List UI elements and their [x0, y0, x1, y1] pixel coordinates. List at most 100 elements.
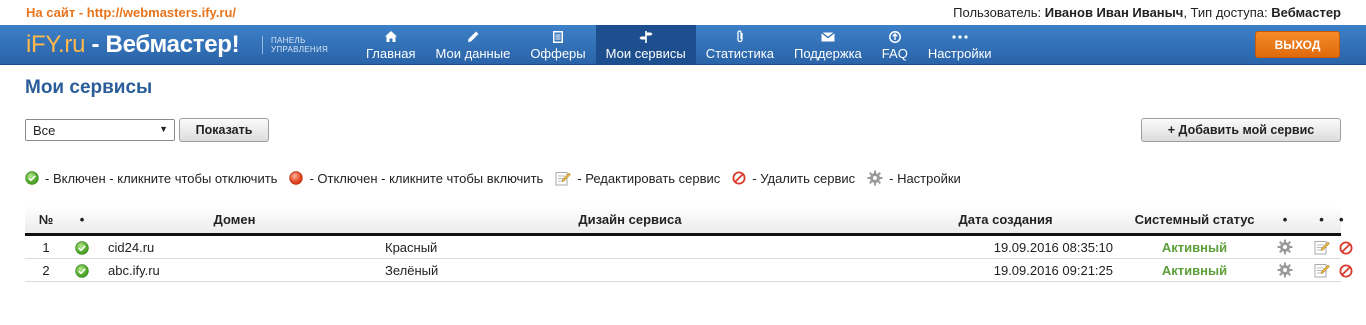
nav-offers-label: Офферы [530, 46, 586, 61]
edit-icon[interactable] [1314, 240, 1330, 255]
add-service-button[interactable]: + Добавить мой сервис [1141, 118, 1341, 142]
legend: - Включен - кликните чтобы отключить - О… [25, 170, 973, 186]
legend-item-delete: - Удалить сервис [732, 171, 855, 186]
row-state[interactable] [67, 234, 97, 259]
green-check-icon[interactable] [75, 241, 89, 255]
nav-faq-label: FAQ [881, 46, 908, 61]
table-row: 1 cid24.ru Красный 19.09.2016 08:35:10 А… [25, 234, 1353, 259]
main-nav: Главная Мои данные Офферы Мои сервисы Ст… [356, 25, 1002, 64]
row-delete[interactable] [1339, 234, 1353, 259]
logo-subtitle: ПАНЕЛЬ УПРАВЛЕНИЯ [262, 36, 328, 54]
red-dot-icon [289, 171, 304, 185]
nav-home[interactable]: Главная [356, 25, 425, 64]
page-title: Мои сервисы [25, 77, 153, 98]
row-domain: abc.ify.ru [97, 258, 372, 282]
nav-faq[interactable]: FAQ [872, 25, 918, 64]
edit-icon [555, 171, 572, 186]
row-design: Красный [372, 234, 888, 259]
nav-support[interactable]: Поддержка [784, 25, 872, 64]
filter-select[interactable]: Все ▼ [25, 119, 175, 141]
edit-icon[interactable] [1314, 263, 1330, 278]
access-label: , Тип доступа: [1183, 5, 1268, 20]
nav-my-services-label: Мои сервисы [605, 46, 686, 61]
legend-disabled-text: - Отключен - кликните чтобы включить [309, 170, 544, 186]
nav-statistics-label: Статистика [705, 46, 774, 61]
col-settings: • [1266, 206, 1304, 236]
row-delete[interactable] [1339, 258, 1353, 282]
row-created: 19.09.2016 09:21:25 [888, 258, 1123, 282]
row-edit[interactable] [1304, 234, 1339, 259]
logo-sub-line2: УПРАВЛЕНИЯ [271, 45, 329, 54]
services-table: № • Домен Дизайн сервиса Дата создания С… [25, 206, 1353, 282]
legend-edit-text: - Редактировать сервис [577, 170, 721, 186]
nav-home-label: Главная [366, 46, 416, 61]
col-edit: • [1304, 206, 1339, 236]
filter-select-value: Все [33, 123, 56, 138]
table-row: 2 abc.ify.ru Зелёный 19.09.2016 09:21:25… [25, 258, 1353, 282]
envelope-icon [821, 28, 835, 45]
legend-item-disabled: - Отключен - кликните чтобы включить [289, 171, 543, 186]
nav-statistics[interactable]: Статистика [696, 25, 784, 64]
col-domain[interactable]: Домен [97, 206, 372, 236]
top-strip: На сайт - http://webmasters.ify.ru/ Поль… [0, 0, 1366, 25]
legend-enabled-text: - Включен - кликните чтобы отключить [45, 170, 278, 186]
col-created[interactable]: Дата создания [888, 206, 1123, 236]
legend-item-enabled: - Включен - кликните чтобы отключить [25, 171, 277, 186]
row-num: 1 [25, 234, 67, 259]
row-state[interactable] [67, 258, 97, 282]
row-status: Активный [1123, 258, 1266, 282]
col-num[interactable]: № [25, 206, 67, 236]
signpost-icon [639, 28, 653, 45]
gear-icon[interactable] [1277, 239, 1293, 255]
nav-my-data-label: Мои данные [435, 46, 511, 61]
col-status[interactable]: Системный статус [1123, 206, 1266, 236]
nav-offers[interactable]: Офферы [520, 25, 595, 64]
exit-button[interactable]: ВЫХОД [1255, 31, 1340, 58]
user-label: Пользователь: [953, 5, 1042, 20]
user-name: Иванов Иван Иваныч [1044, 5, 1184, 20]
col-design[interactable]: Дизайн сервиса [372, 206, 888, 236]
row-domain: cid24.ru [97, 234, 372, 259]
row-design: Зелёный [372, 258, 888, 282]
row-created: 19.09.2016 08:35:10 [888, 234, 1123, 259]
legend-item-settings: - Настройки [867, 170, 961, 186]
site-link[interactable]: На сайт - http://webmasters.ify.ru/ [26, 5, 236, 20]
nav-settings-label: Настройки [927, 46, 992, 61]
nav-settings[interactable]: Настройки [918, 25, 1002, 64]
logo-sub-line1: ПАНЕЛЬ [271, 36, 306, 45]
delete-icon[interactable] [1339, 264, 1353, 278]
col-delete: • [1339, 206, 1344, 236]
logo-title: - Вебмастер! [85, 31, 240, 58]
info-icon [888, 28, 901, 45]
show-button[interactable]: Показать [179, 118, 269, 142]
dots-icon [952, 28, 968, 45]
table-header-row: № • Домен Дизайн сервиса Дата создания С… [25, 206, 1344, 236]
logo[interactable]: iFY.ru - Вебмастер! [26, 31, 240, 59]
green-check-icon[interactable] [75, 264, 89, 278]
pencil-icon [467, 28, 479, 45]
user-info: Пользователь: Иванов Иван Иваныч, Тип до… [953, 5, 1341, 20]
gear-icon [867, 170, 883, 186]
row-settings[interactable] [1266, 234, 1304, 259]
nav-my-services[interactable]: Мои сервисы [595, 25, 696, 64]
main-header: iFY.ru - Вебмастер! ПАНЕЛЬ УПРАВЛЕНИЯ Гла… [0, 25, 1366, 65]
col-state: • [67, 206, 97, 236]
legend-settings-text: - Настройки [889, 170, 961, 186]
paperclip-icon [735, 28, 745, 45]
row-settings[interactable] [1266, 258, 1304, 282]
home-icon [384, 28, 397, 45]
green-check-icon [25, 171, 39, 185]
row-num: 2 [25, 258, 67, 282]
legend-delete-text: - Удалить сервис [752, 170, 856, 186]
document-icon [552, 28, 563, 45]
nav-support-label: Поддержка [793, 46, 862, 61]
logo-ify: iFY.ru [26, 31, 86, 58]
gear-icon[interactable] [1277, 262, 1293, 278]
row-edit[interactable] [1304, 258, 1339, 282]
chevron-down-icon: ▼ [159, 124, 168, 134]
legend-item-edit: - Редактировать сервис [555, 171, 720, 186]
nav-my-data[interactable]: Мои данные [425, 25, 520, 64]
delete-icon [732, 171, 746, 185]
delete-icon[interactable] [1339, 241, 1353, 255]
row-status: Активный [1123, 234, 1266, 259]
